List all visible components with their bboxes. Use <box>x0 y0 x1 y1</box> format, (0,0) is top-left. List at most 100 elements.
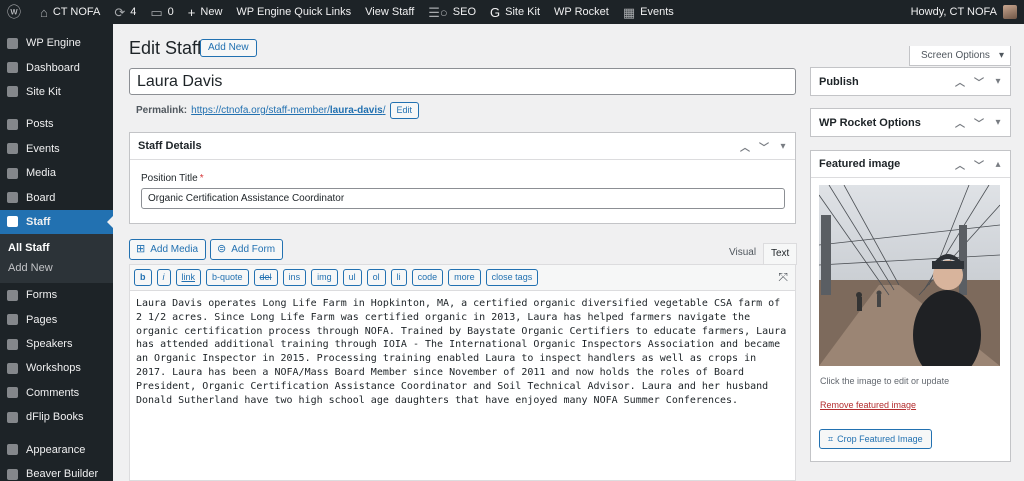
wp-engine-quick-links[interactable]: WP Engine Quick Links <box>229 0 358 24</box>
qt-code-button[interactable]: code <box>411 269 444 286</box>
tab-visual[interactable]: Visual <box>722 243 763 265</box>
menu-item-speakers[interactable]: Speakers <box>0 332 113 356</box>
calendar-icon: ▦ <box>622 4 636 20</box>
move-down-icon[interactable]: ﹀ <box>757 139 771 154</box>
menu-item-posts[interactable]: Posts <box>0 112 113 136</box>
move-down-icon[interactable]: ﹀ <box>972 74 986 89</box>
menu-item-board[interactable]: Board <box>0 185 113 209</box>
tab-text[interactable]: Text <box>763 243 798 265</box>
menu-item-beaver-builder[interactable]: Beaver Builder <box>0 462 113 481</box>
publish-header[interactable]: Publish ︿ ﹀ ▾ <box>811 68 1010 95</box>
content-editor: b i link b-quote del ins img ul ol li co… <box>129 264 796 481</box>
megaphone-icon <box>7 338 18 350</box>
main-content: Edit Staff Add New Screen Options ▾ Laura… <box>113 24 1024 481</box>
qt-blockquote-button[interactable]: b-quote <box>206 269 249 286</box>
menu-item-workshops[interactable]: Workshops <box>0 356 113 380</box>
content-textarea[interactable]: Laura Davis operates Long Life Farm in H… <box>130 291 795 413</box>
crop-featured-image-button[interactable]: ⌗ Crop Featured Image <box>819 429 932 449</box>
site-kit-icon <box>7 86 18 98</box>
move-up-icon[interactable]: ︿ <box>953 74 967 89</box>
fullscreen-icon[interactable]: ⤧ <box>778 270 788 285</box>
dashboard-icon <box>7 62 18 74</box>
position-title-label: Position Title * <box>141 173 204 184</box>
media-icon: ⊞ <box>136 243 146 255</box>
view-staff-link[interactable]: View Staff <box>358 0 421 24</box>
move-up-icon[interactable]: ︿ <box>953 115 967 130</box>
menu-item-events[interactable]: Events <box>0 137 113 161</box>
permalink-link[interactable]: https://ctnofa.org/staff-member/laura-da… <box>191 105 385 116</box>
qt-ol-button[interactable]: ol <box>366 269 386 286</box>
move-up-icon[interactable]: ︿ <box>953 157 967 172</box>
post-title-input[interactable]: Laura Davis <box>129 68 796 95</box>
qt-del-button[interactable]: del <box>253 269 278 286</box>
media-icon <box>7 167 18 179</box>
move-up-icon[interactable]: ︿ <box>738 139 752 154</box>
google-g-icon: G <box>490 4 501 20</box>
menu-item-wp-engine[interactable]: WP Engine <box>0 31 113 55</box>
toggle-panel-icon[interactable]: ▾ <box>991 76 1005 87</box>
menu-item-forms[interactable]: Forms <box>0 283 113 307</box>
featured-image-header[interactable]: Featured image ︿ ﹀ ▴ <box>811 151 1010 178</box>
add-form-button[interactable]: ⊜ Add Form <box>210 239 284 260</box>
page-title: Edit Staff <box>129 38 202 58</box>
qt-img-button[interactable]: img <box>311 269 338 286</box>
qt-bold-button[interactable]: b <box>134 269 152 286</box>
seo-link[interactable]: ☰○ SEO <box>421 0 483 24</box>
avatar <box>1003 5 1017 19</box>
admin-bar: ⓦ ⌂ CT NOFA ⟳ 4 ▭ 0 + New WP Engine Quick Li… <box>0 0 1024 24</box>
book-icon <box>7 411 18 423</box>
screen-options-button[interactable]: Screen Options ▾ <box>909 46 1011 66</box>
featured-image-thumbnail[interactable] <box>819 185 1000 366</box>
menu-item-pages[interactable]: Pages <box>0 308 113 332</box>
qt-italic-button[interactable]: i <box>156 269 171 286</box>
events-link[interactable]: ▦ Events <box>616 0 681 24</box>
featured-image-caption: Click the image to edit or update <box>820 376 950 386</box>
crop-icon: ⌗ <box>828 434 834 444</box>
qt-ins-button[interactable]: ins <box>282 269 307 286</box>
menu-item-appearance[interactable]: Appearance <box>0 437 113 461</box>
submenu-add-new[interactable]: Add New <box>0 258 113 278</box>
admin-menu: WP Engine Dashboard Site Kit Posts Event… <box>0 24 113 481</box>
submenu-all-staff[interactable]: All Staff <box>0 238 113 258</box>
comments-link[interactable]: ▭ 0 <box>143 0 180 24</box>
forms-icon <box>7 289 18 301</box>
add-media-button[interactable]: ⊞ Add Media <box>129 239 207 260</box>
wp-engine-icon <box>7 37 18 49</box>
site-kit-link[interactable]: G Site Kit <box>483 0 547 24</box>
menu-item-media[interactable]: Media <box>0 161 113 185</box>
new-content-link[interactable]: + New <box>181 0 230 24</box>
qt-li-button[interactable]: li <box>390 269 407 286</box>
wp-rocket-options-header[interactable]: WP Rocket Options ︿ ﹀ ▾ <box>811 109 1010 136</box>
home-icon: ⌂ <box>40 4 48 20</box>
remove-featured-image-link[interactable]: Remove featured image <box>820 400 916 410</box>
toggle-panel-icon[interactable]: ▴ <box>991 159 1005 170</box>
qt-close-tags-button[interactable]: close tags <box>485 269 539 286</box>
menu-item-dashboard[interactable]: Dashboard <box>0 55 113 79</box>
menu-item-dflip-books[interactable]: dFlip Books <box>0 405 113 429</box>
menu-item-staff[interactable]: Staff <box>0 209 113 235</box>
updates-link[interactable]: ⟳ 4 <box>107 0 143 24</box>
move-down-icon[interactable]: ﹀ <box>972 115 986 130</box>
position-title-input[interactable]: Organic Certification Assistance Coordin… <box>141 188 785 209</box>
edit-permalink-button[interactable]: Edit <box>389 102 420 119</box>
wp-rocket-link[interactable]: WP Rocket <box>547 0 616 24</box>
qt-more-button[interactable]: more <box>448 269 481 286</box>
wordpress-logo-icon[interactable]: ⓦ <box>0 0 33 24</box>
toggle-panel-icon[interactable]: ▾ <box>776 141 790 152</box>
move-down-icon[interactable]: ﹀ <box>972 157 986 172</box>
menu-item-site-kit[interactable]: Site Kit <box>0 80 113 104</box>
qt-link-button[interactable]: link <box>175 269 202 286</box>
wp-rocket-options-box: WP Rocket Options ︿ ﹀ ▾ <box>810 108 1011 137</box>
qt-ul-button[interactable]: ul <box>342 269 362 286</box>
id-card-icon <box>7 216 18 228</box>
briefcase-icon <box>7 192 18 204</box>
my-account-link[interactable]: Howdy, CT NOFA <box>904 0 1024 24</box>
staff-details-box: Staff Details ︿ ﹀ ▾ Position Title * Organi… <box>129 132 796 224</box>
toggle-panel-icon[interactable]: ▾ <box>991 117 1005 128</box>
add-new-button[interactable]: Add New <box>200 39 257 57</box>
site-name-link[interactable]: ⌂ CT NOFA <box>33 0 107 24</box>
comment-icon <box>7 387 18 399</box>
menu-item-comments[interactable]: Comments <box>0 381 113 405</box>
comment-icon: ▭ <box>150 4 163 20</box>
pin-icon <box>7 118 18 130</box>
